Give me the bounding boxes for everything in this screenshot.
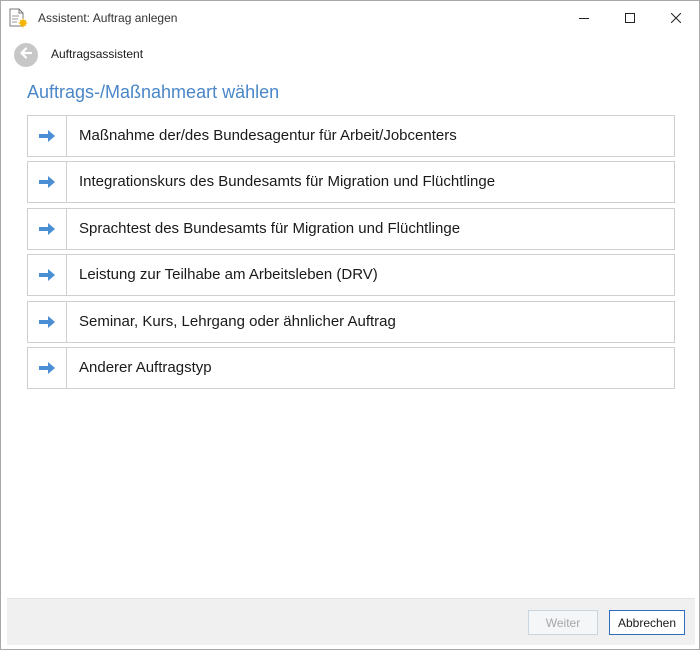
- document-wizard-icon: [8, 8, 28, 28]
- arrow-right-icon: [28, 162, 67, 203]
- arrow-right-icon: [28, 301, 67, 342]
- back-arrow-icon: [19, 46, 33, 65]
- option-label: Leistung zur Teilhabe am Arbeitsleben (D…: [79, 266, 378, 284]
- option-seminar-kurs[interactable]: Seminar, Kurs, Lehrgang oder ähnlicher A…: [27, 300, 675, 343]
- option-anderer-typ[interactable]: Anderer Auftragstyp: [27, 346, 675, 389]
- option-ba-jobcenter[interactable]: Maßnahme der/des Bundesagentur für Arbei…: [27, 115, 675, 157]
- option-label: Sprachtest des Bundesamts für Migration …: [79, 219, 461, 237]
- option-label: Seminar, Kurs, Lehrgang oder ähnlicher A…: [79, 312, 396, 330]
- window-title: Assistent: Auftrag anlegen: [38, 11, 178, 25]
- option-sprachtest[interactable]: Sprachtest des Bundesamts für Migration …: [27, 207, 675, 250]
- back-button[interactable]: [14, 43, 38, 67]
- minimize-button[interactable]: [561, 1, 607, 35]
- next-button[interactable]: Weiter: [528, 610, 598, 635]
- cancel-button[interactable]: Abbrechen: [609, 610, 685, 635]
- option-integrationskurs[interactable]: Integrationskurs des Bundesamts für Migr…: [27, 161, 675, 204]
- maximize-icon: [625, 13, 635, 23]
- page-title: Auftrags-/Maßnahmeart wählen: [27, 82, 280, 102]
- option-teilhabe-drv[interactable]: Leistung zur Teilhabe am Arbeitsleben (D…: [27, 254, 675, 297]
- option-label: Integrationskurs des Bundesamts für Migr…: [79, 173, 496, 191]
- footer-bar: Weiter Abbrechen: [7, 598, 695, 645]
- arrow-right-icon: [28, 347, 67, 388]
- title-bar: Assistent: Auftrag anlegen: [1, 1, 699, 35]
- arrow-right-icon: [28, 116, 67, 156]
- option-label: Anderer Auftragstyp: [79, 358, 212, 376]
- close-icon: [671, 13, 681, 23]
- option-label: Maßnahme der/des Bundesagentur für Arbei…: [79, 127, 457, 144]
- minimize-icon: [579, 13, 589, 23]
- wizard-window: Assistent: Auftrag anlegen Auftragsassis…: [0, 0, 700, 650]
- option-list: Maßnahme der/des Bundesagentur für Arbei…: [27, 115, 675, 393]
- nav-title: Auftragsassistent: [51, 47, 144, 61]
- maximize-button[interactable]: [607, 1, 653, 35]
- close-button[interactable]: [653, 1, 699, 35]
- arrow-right-icon: [28, 208, 67, 249]
- arrow-right-icon: [28, 255, 67, 296]
